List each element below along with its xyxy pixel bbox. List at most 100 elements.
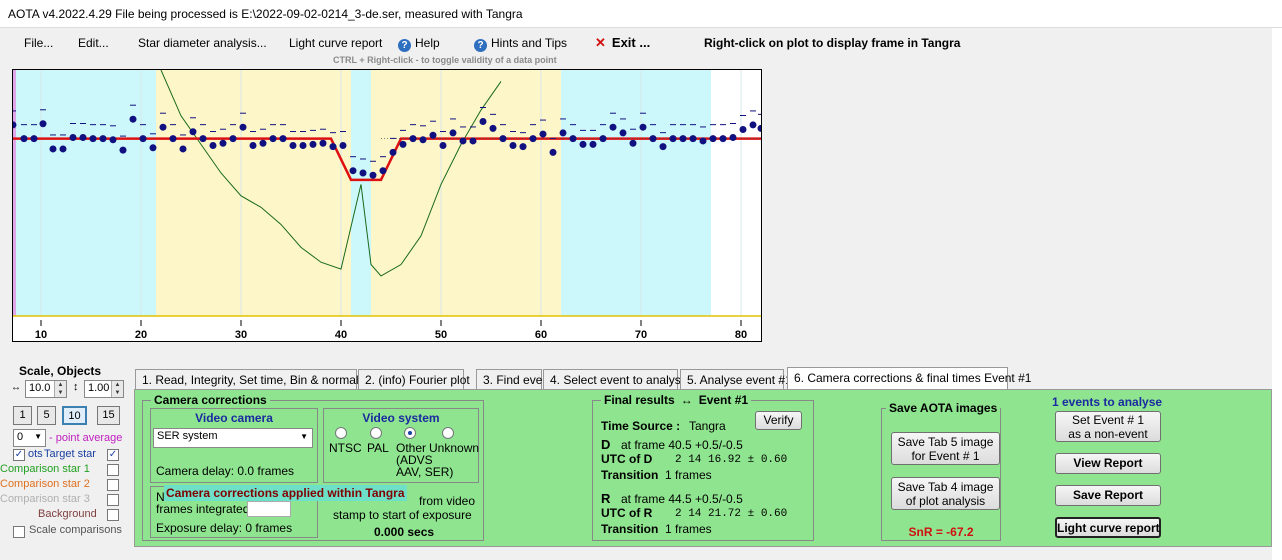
scale-x-spinner[interactable]: 10.0 ▲ ▼ xyxy=(25,380,67,398)
menu-light-curve-report[interactable]: Light curve report xyxy=(289,36,382,50)
comp2-checkbox[interactable] xyxy=(107,479,119,491)
plot-data-point xyxy=(209,142,217,150)
unknown-label: Unknown xyxy=(429,441,480,455)
tab-read-integrity[interactable]: 1. Read, Integrity, Set time, Bin & norm… xyxy=(135,369,374,389)
spinner-arrows-icon[interactable]: ▲ ▼ xyxy=(111,381,123,397)
plot-data-point xyxy=(129,115,137,123)
scale-comparisons-label: Scale comparisons xyxy=(29,524,122,536)
plot-data-point xyxy=(359,169,367,177)
scale-x-value: 10.0 xyxy=(29,382,51,394)
plot-data-point xyxy=(289,142,297,150)
plot-x-tick-label: 10 xyxy=(35,329,47,341)
plot-x-tick-label: 80 xyxy=(735,329,747,341)
time-source-label: Time Source : xyxy=(601,419,681,433)
tab-select-event[interactable]: 4. Select event to analyse xyxy=(543,369,687,389)
scale-objects-title: Scale, Objects xyxy=(19,364,102,378)
tab-fourier[interactable]: 2. (info) Fourier plot xyxy=(358,369,470,389)
from-video-label: from video xyxy=(419,494,476,508)
final-results-label: Final results xyxy=(604,393,675,407)
chevron-down-icon: ▼ xyxy=(300,432,308,441)
comp1-checkbox[interactable] xyxy=(107,464,119,476)
tab-analyse-event[interactable]: 5. Analyse event #1 xyxy=(680,369,792,389)
exposure-secs: 0.000 secs xyxy=(374,525,435,539)
background-checkbox[interactable] xyxy=(107,509,119,521)
plot-data-point xyxy=(489,124,497,132)
plot-canvas[interactable]: 10 20 30 40 50 60 70 80 xyxy=(13,70,761,341)
menu-hints[interactable]: ? Hints and Tips xyxy=(474,36,567,52)
plot-data-point xyxy=(339,142,347,150)
menu-help[interactable]: ? Help xyxy=(398,36,440,52)
help-icon: ? xyxy=(474,39,487,52)
ntsc-label: NTSC xyxy=(329,441,362,455)
scale-button-15[interactable]: 15 xyxy=(97,406,120,425)
target-star-checkbox[interactable]: ✓ xyxy=(107,449,119,461)
scale-button-10[interactable]: 10 xyxy=(62,406,87,425)
light-curve-plot[interactable]: 10 20 30 40 50 60 70 80 xyxy=(12,69,762,342)
plot-data-point xyxy=(59,145,67,153)
transition-r-value: 1 frames xyxy=(665,522,712,536)
menu-file[interactable]: File... xyxy=(24,36,53,50)
window-right-edge xyxy=(1272,28,1282,560)
view-report-button[interactable]: View Report xyxy=(1055,453,1161,474)
plot-data-point xyxy=(649,135,657,143)
stamp-to-start-label: stamp to start of exposure xyxy=(333,508,472,522)
frames-integrated-input[interactable] xyxy=(247,501,291,517)
time-source-value: Tangra xyxy=(689,419,726,433)
final-results-title: Final results ↔ Event #1 xyxy=(601,393,752,407)
point-average-label: - point average xyxy=(49,432,123,444)
title-bar: AOTA v4.2022.4.29 File being processed i… xyxy=(0,0,1282,28)
ntsc-radio[interactable] xyxy=(335,427,347,439)
set-non-event-button[interactable]: Set Event # 1 as a non-event xyxy=(1055,411,1161,442)
comp3-checkbox[interactable] xyxy=(107,494,119,506)
plot-data-point xyxy=(279,135,287,143)
scale-button-1[interactable]: 1 xyxy=(13,406,32,425)
plot-data-point xyxy=(569,135,577,143)
save-tab4-line2: of plot analysis xyxy=(905,494,986,508)
plot-x-tick-label: 70 xyxy=(635,329,647,341)
menu-exit[interactable]: ✕ Exit ... xyxy=(595,35,650,51)
save-tab5-image-button[interactable]: Save Tab 5 image for Event # 1 xyxy=(891,432,1000,465)
scale-button-5[interactable]: 5 xyxy=(37,406,56,425)
transition-d-label: Transition xyxy=(601,468,659,482)
background-label: Background xyxy=(38,508,97,520)
save-report-button[interactable]: Save Report xyxy=(1055,485,1161,506)
plot-data-point xyxy=(89,135,97,143)
plot-data-point xyxy=(659,143,667,151)
plot-data-point xyxy=(709,135,717,143)
snr-value: SnR = -67.2 xyxy=(908,525,974,539)
menu-star-diameter[interactable]: Star diameter analysis... xyxy=(138,36,267,50)
camera-corrections-applied-banner: Camera corrections applied within Tangra xyxy=(164,485,407,501)
plot-data-point xyxy=(629,139,637,147)
save-tab4-line1: Save Tab 4 image xyxy=(897,480,994,494)
menu-exit-label: Exit ... xyxy=(611,35,651,50)
verify-button[interactable]: Verify xyxy=(755,411,802,430)
tab-camera-corrections[interactable]: 6. Camera corrections & final times Even… xyxy=(787,367,1031,390)
scale-comparisons-checkbox[interactable] xyxy=(13,526,25,538)
plot-data-point xyxy=(419,136,427,144)
menu-edit[interactable]: Edit... xyxy=(78,36,109,50)
plot-data-point xyxy=(399,140,407,148)
scale-y-spinner[interactable]: 1.00 ▲ ▼ xyxy=(84,380,124,398)
save-tab4-image-button[interactable]: Save Tab 4 image of plot analysis xyxy=(891,477,1000,510)
pts-checkbox[interactable]: ✓ xyxy=(13,449,25,461)
set-non-event-line2: as a non-event xyxy=(1068,427,1148,441)
other-radio[interactable] xyxy=(404,427,416,439)
spinner-arrows-icon[interactable]: ▲ ▼ xyxy=(54,381,66,397)
save-images-title: Save AOTA images xyxy=(886,401,1001,415)
camera-select-value: SER system xyxy=(157,430,218,442)
plot-x-tick-label: 60 xyxy=(535,329,547,341)
frames-integrated-group: Num frames integrated Camera corrections… xyxy=(150,485,407,538)
utc-r-value: 2 14 21.72 ± 0.60 xyxy=(675,508,788,520)
d-label: D xyxy=(601,437,611,452)
plot-data-point xyxy=(559,129,567,137)
tab-find-events[interactable]: 3. Find events xyxy=(476,369,558,389)
camera-select[interactable]: SER system ▼ xyxy=(153,428,313,448)
point-average-value: 0 xyxy=(17,431,24,443)
point-average-select[interactable]: 0 ▼ xyxy=(13,429,46,447)
unknown-radio[interactable] xyxy=(442,427,454,439)
plot-data-point xyxy=(699,137,707,145)
plot-data-point xyxy=(30,135,38,143)
pal-radio[interactable] xyxy=(370,427,382,439)
light-curve-report-button[interactable]: Light curve report xyxy=(1055,517,1161,538)
plot-data-point xyxy=(729,134,737,142)
